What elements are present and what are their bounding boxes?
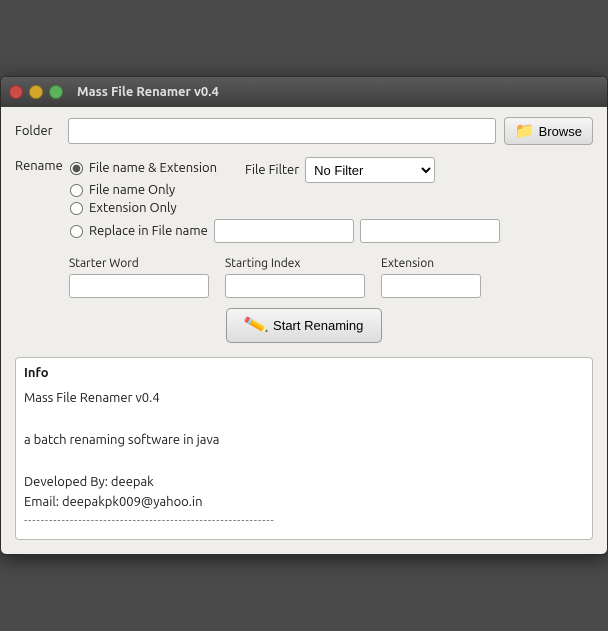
file-filter-label: File Filter [245, 163, 299, 177]
label-ext-only: Extension Only [89, 201, 177, 215]
info-content: Mass File Renamer v0.4 a batch renaming … [24, 388, 584, 530]
file-filter-select[interactable]: No Filter *.txt *.jpg *.png *.mp3 [305, 157, 435, 183]
starting-index-group: Starting Index [225, 257, 365, 298]
rename-label: Rename [15, 157, 70, 173]
starting-index-input[interactable] [225, 274, 365, 298]
rename-options: File name & Extension File Filter No Fil… [70, 157, 593, 247]
extension-group: Extension [381, 257, 481, 298]
label-file-name-only: File name Only [89, 183, 175, 197]
info-line-6: Email: deepakpk009@yahoo.in [24, 492, 584, 513]
close-button[interactable] [9, 85, 23, 99]
radio-row-file-name-only: File name Only [70, 183, 593, 197]
radio-ext-only[interactable] [70, 202, 83, 215]
folder-input[interactable] [68, 118, 496, 144]
starting-index-label: Starting Index [225, 257, 300, 270]
replace-input-from[interactable] [214, 219, 354, 243]
folder-label: Folder [15, 124, 60, 138]
starter-word-group: Starter Word [69, 257, 209, 298]
folder-row: Folder 📁 Browse [15, 117, 593, 145]
info-line-3: a batch renaming software in java [24, 430, 584, 451]
info-box: Info Mass File Renamer v0.4 a batch rena… [15, 357, 593, 539]
rename-top-row: File name & Extension File Filter No Fil… [70, 157, 593, 183]
rename-section: Rename File name & Extension File Filter… [15, 157, 593, 247]
browse-button[interactable]: 📁 Browse [504, 117, 593, 145]
start-renaming-label: Start Renaming [273, 318, 363, 333]
radio-file-name-only[interactable] [70, 184, 83, 197]
main-window: Mass File Renamer v0.4 Folder 📁 Browse R… [0, 76, 608, 554]
minimize-button[interactable] [29, 85, 43, 99]
radio-replace[interactable] [70, 225, 83, 238]
replace-inputs [214, 219, 500, 243]
extension-label: Extension [381, 257, 434, 270]
folder-icon: 📁 [515, 121, 535, 141]
info-title: Info [24, 366, 584, 380]
info-line-2 [24, 409, 584, 430]
replace-input-to[interactable] [360, 219, 500, 243]
radio-file-name-ext[interactable] [70, 162, 83, 175]
info-line-5: Developed By: deepak [24, 472, 584, 493]
maximize-button[interactable] [49, 85, 63, 99]
window-title: Mass File Renamer v0.4 [77, 85, 219, 99]
label-file-name-ext: File name & Extension [89, 161, 217, 175]
extension-input[interactable] [381, 274, 481, 298]
start-renaming-button[interactable]: ✏️ Start Renaming [226, 308, 383, 343]
info-line-1: Mass File Renamer v0.4 [24, 388, 584, 409]
info-divider: ----------------------------------------… [24, 513, 584, 531]
start-btn-row: ✏️ Start Renaming [15, 308, 593, 343]
label-replace: Replace in File name [89, 224, 208, 238]
info-line-4 [24, 451, 584, 472]
starter-word-input[interactable] [69, 274, 209, 298]
content-area: Folder 📁 Browse Rename File name & Exten… [1, 107, 607, 553]
starter-word-label: Starter Word [69, 257, 139, 270]
titlebar: Mass File Renamer v0.4 [1, 77, 607, 107]
radio-row-replace: Replace in File name [70, 219, 593, 243]
pencil-icon: ✏️ [242, 313, 269, 339]
fields-section: Starter Word Starting Index Extension [69, 257, 593, 298]
radio-row-file-name-ext: File name & Extension [70, 161, 217, 175]
radio-row-ext-only: Extension Only [70, 201, 593, 215]
browse-label: Browse [539, 124, 582, 139]
file-filter-row: File Filter No Filter *.txt *.jpg *.png … [245, 157, 435, 183]
